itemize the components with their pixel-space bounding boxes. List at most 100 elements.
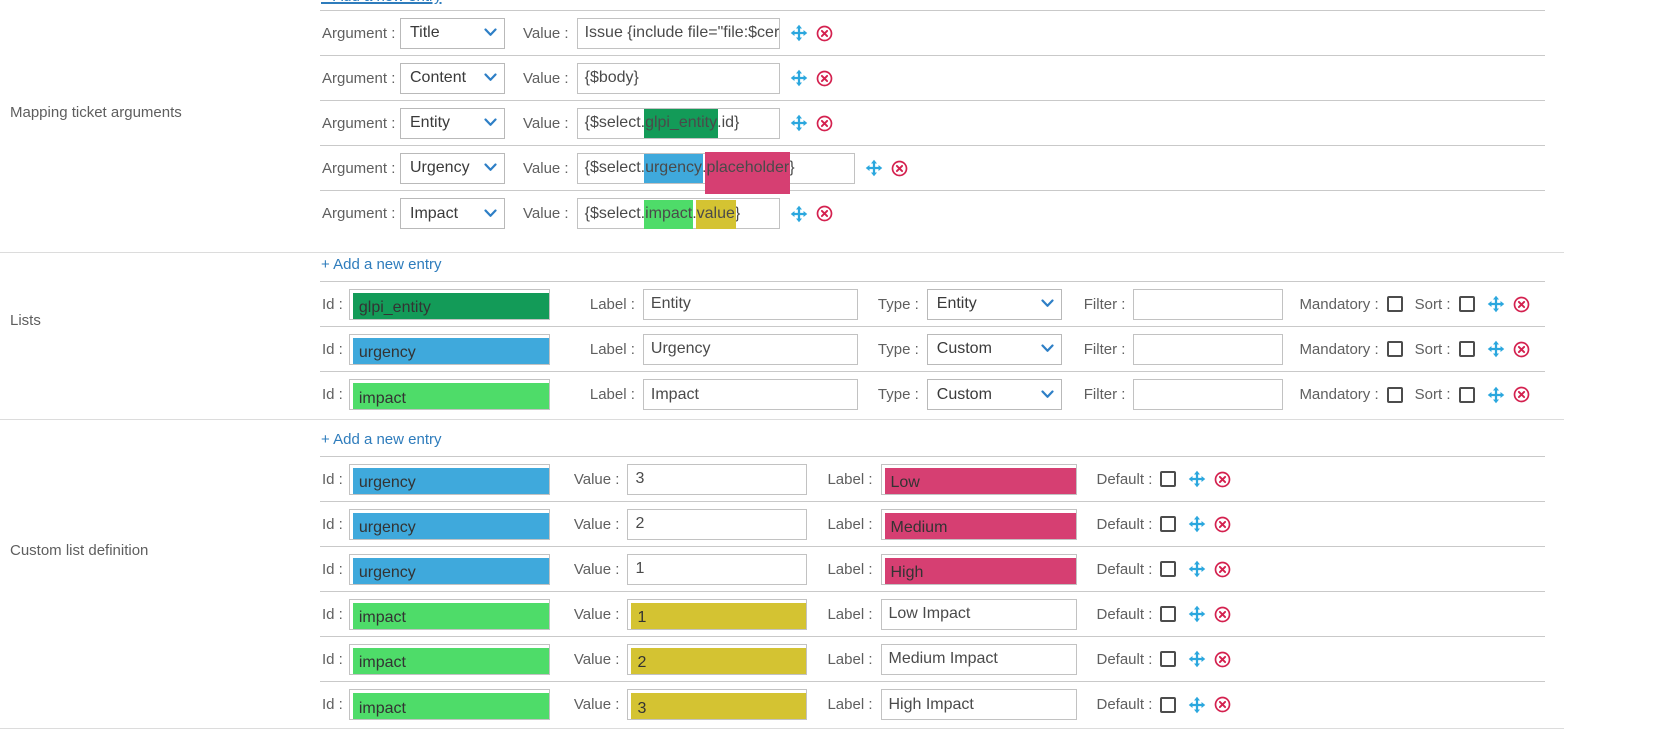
delete-icon[interactable]	[1214, 651, 1231, 668]
argument-select[interactable]: Title	[400, 17, 505, 49]
sort-checkbox[interactable]	[1458, 296, 1475, 312]
delete-icon[interactable]	[1513, 296, 1530, 313]
mandatory-checkbox[interactable]	[1386, 296, 1403, 312]
move-icon[interactable]	[1487, 295, 1505, 313]
delete-icon[interactable]	[1513, 386, 1530, 403]
value-input[interactable]: {$select. glpi_entity .id}	[576, 107, 780, 139]
move-icon[interactable]	[865, 159, 883, 177]
value-input[interactable]: {$body}	[576, 62, 780, 94]
move-icon[interactable]	[1487, 340, 1505, 358]
argument-select[interactable]: Urgency	[400, 152, 505, 184]
add-entry-link-custom[interactable]: + Add a new entry	[321, 431, 442, 448]
value-input[interactable]: 2	[627, 508, 808, 540]
move-icon[interactable]	[1188, 470, 1206, 488]
id-input[interactable]: impact	[348, 598, 550, 630]
chevron-down-icon	[1041, 340, 1054, 358]
label-input[interactable]: Impact	[642, 379, 858, 410]
mandatory-checkbox[interactable]	[1386, 341, 1403, 357]
id-input[interactable]: impact	[348, 689, 550, 720]
argument-select[interactable]: Impact	[400, 198, 505, 229]
sort-label: Sort :	[1414, 340, 1451, 358]
mapping-row: Argument : Urgency Value : {$select. urge…	[320, 146, 1545, 194]
id-input[interactable]: urgency	[348, 553, 550, 585]
default-checkbox[interactable]	[1160, 561, 1177, 577]
label-input[interactable]: Medium Impact	[880, 643, 1077, 675]
label-label: Label :	[827, 650, 873, 668]
sort-checkbox[interactable]	[1458, 341, 1475, 357]
move-icon[interactable]	[1487, 386, 1505, 404]
id-input[interactable]: urgency	[348, 508, 550, 540]
default-checkbox[interactable]	[1160, 516, 1177, 532]
default-checkbox[interactable]	[1160, 696, 1177, 713]
delete-icon[interactable]	[816, 115, 833, 132]
filter-input[interactable]	[1133, 333, 1284, 365]
custom-list-row: Id : urgency Value : 3 Label : Low Defau…	[320, 457, 1545, 502]
value-input[interactable]: {$select. impact. value}	[576, 198, 780, 229]
argument-label: Argument :	[322, 159, 396, 177]
delete-icon[interactable]	[1214, 516, 1231, 533]
type-label: Type :	[877, 340, 919, 358]
default-checkbox[interactable]	[1160, 651, 1177, 667]
default-checkbox[interactable]	[1160, 606, 1177, 622]
custom-list-rows: Id : urgency Value : 3 Label : Low Defau…	[320, 456, 1545, 727]
move-icon[interactable]	[1188, 515, 1206, 533]
mapping-row: Argument : Impact Value : {$select. impac…	[320, 191, 1545, 236]
label-input[interactable]: Medium	[880, 508, 1077, 540]
value-input[interactable]: 1	[627, 553, 808, 585]
label-input[interactable]: High Impact	[880, 689, 1077, 720]
add-entry-link-lists[interactable]: + Add a new entry	[321, 256, 442, 273]
delete-icon[interactable]	[816, 25, 833, 42]
type-select[interactable]: Custom	[926, 333, 1062, 365]
move-icon[interactable]	[790, 69, 808, 87]
value-input[interactable]: 3	[627, 689, 808, 720]
id-label: Id :	[322, 386, 343, 403]
type-select[interactable]: Entity	[926, 288, 1062, 320]
delete-icon[interactable]	[816, 205, 833, 222]
id-input[interactable]: glpi_entity	[348, 288, 550, 320]
delete-icon[interactable]	[891, 160, 908, 177]
delete-icon[interactable]	[1214, 696, 1231, 713]
label-input[interactable]: High	[880, 553, 1077, 585]
move-icon[interactable]	[790, 24, 808, 42]
label-input[interactable]: Entity	[642, 288, 858, 320]
label-label: Label :	[827, 515, 873, 533]
delete-icon[interactable]	[1214, 471, 1231, 488]
id-input[interactable]: impact	[348, 643, 550, 675]
value-input[interactable]: 3	[627, 463, 808, 495]
argument-select[interactable]: Content	[400, 62, 505, 94]
id-label: Id :	[322, 470, 343, 488]
value-input[interactable]: 1	[627, 598, 808, 630]
move-icon[interactable]	[790, 114, 808, 132]
label-input[interactable]: Low	[880, 463, 1077, 495]
type-select[interactable]: Custom	[926, 379, 1062, 410]
default-checkbox[interactable]	[1160, 471, 1177, 487]
id-input[interactable]: urgency	[348, 463, 550, 495]
chevron-down-icon	[484, 114, 497, 132]
id-input[interactable]: urgency	[348, 333, 550, 365]
move-icon[interactable]	[1188, 650, 1206, 668]
move-icon[interactable]	[1188, 605, 1206, 623]
value-input[interactable]: Issue {include file="file:$cer	[576, 17, 780, 49]
move-icon[interactable]	[1188, 696, 1206, 714]
filter-input[interactable]	[1133, 379, 1284, 410]
mapping-row: Argument : Entity Value : {$select. glpi_…	[320, 101, 1545, 146]
mandatory-label: Mandatory :	[1299, 295, 1379, 313]
move-icon[interactable]	[1188, 560, 1206, 578]
move-icon[interactable]	[790, 205, 808, 223]
sort-checkbox[interactable]	[1458, 386, 1475, 403]
value-input[interactable]: {$select. urgency. placeholder}	[576, 152, 855, 194]
id-input[interactable]: impact	[348, 379, 550, 410]
delete-icon[interactable]	[1214, 561, 1231, 578]
value-text: 3	[635, 470, 645, 487]
value-input[interactable]: 2	[627, 643, 808, 675]
mandatory-checkbox[interactable]	[1386, 386, 1403, 403]
argument-select[interactable]: Entity	[400, 107, 505, 139]
delete-icon[interactable]	[816, 70, 833, 87]
label-label: Label :	[589, 340, 635, 358]
label-input[interactable]: Low Impact	[880, 598, 1077, 630]
label-input[interactable]: Urgency	[642, 333, 858, 365]
delete-icon[interactable]	[1214, 606, 1231, 623]
filter-input[interactable]	[1133, 288, 1284, 320]
delete-icon[interactable]	[1513, 341, 1530, 358]
add-entry-link-mapping[interactable]: + Add a new entry	[321, 0, 442, 5]
